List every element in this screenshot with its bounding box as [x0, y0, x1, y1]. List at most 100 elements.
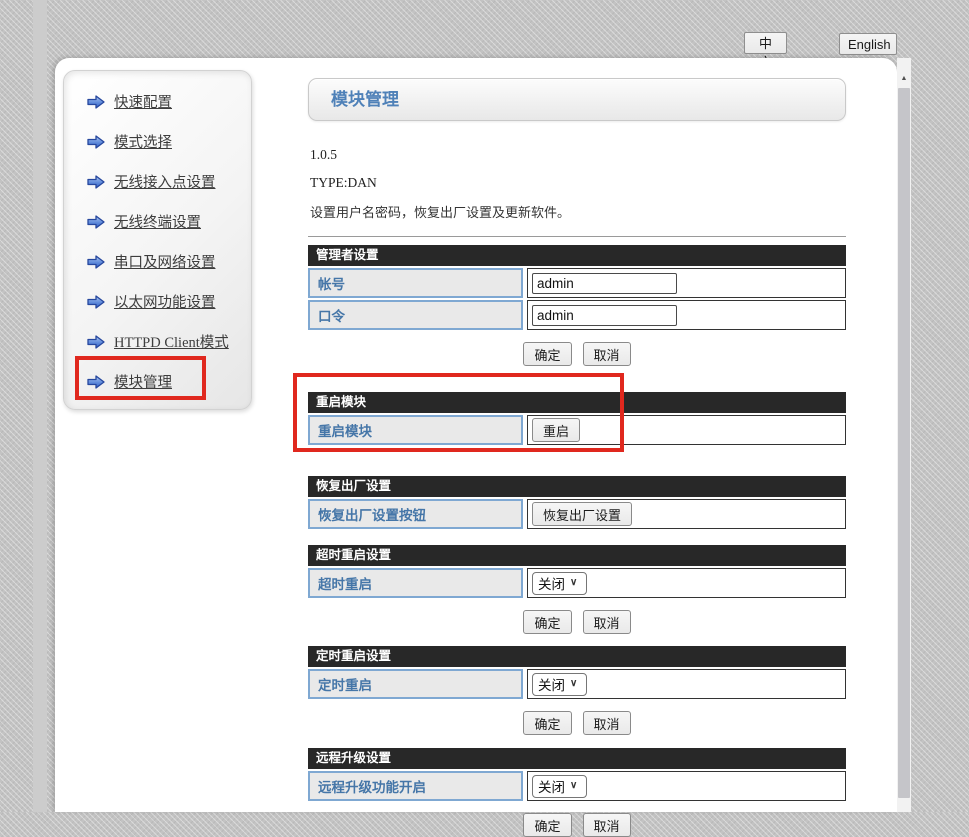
text-input[interactable]: [532, 273, 677, 294]
section-rows: 重启模块 重启: [308, 415, 846, 445]
language-english-button[interactable]: English: [839, 33, 897, 55]
row-label: 超时重启: [308, 568, 523, 598]
cancel-button[interactable]: 取消: [583, 711, 631, 735]
sidebar-item-label[interactable]: 无线接入点设置: [114, 171, 216, 192]
row-value-cell: [527, 268, 846, 298]
arrow-right-icon: [86, 94, 106, 110]
row-value-cell: 关闭 ∨: [527, 771, 846, 801]
sidebar-item[interactable]: 无线接入点设置: [86, 172, 251, 191]
row-value-cell: 恢复出厂设置: [527, 499, 846, 529]
cell-button[interactable]: 恢复出厂设置: [532, 502, 632, 526]
settings-section: 管理者设置 帐号 口令 确定 取消: [308, 245, 846, 366]
row-label: 帐号: [308, 268, 523, 298]
page-container: 快速配置 模式选择 无线接入点设置: [55, 58, 897, 812]
section-title: 定时重启设置: [308, 646, 846, 667]
scrollbar-thumb[interactable]: [898, 88, 910, 798]
page-title: 模块管理: [331, 90, 399, 109]
chevron-down-icon: ∨: [570, 679, 577, 689]
left-edge-strip: [33, 0, 47, 812]
ok-button[interactable]: 确定: [523, 342, 571, 366]
sidebar-item[interactable]: 以太网功能设置: [86, 292, 251, 311]
arrow-right-icon: [86, 374, 106, 390]
firmware-version: 1.0.5: [310, 147, 846, 163]
row-value-cell: 关闭 ∨: [527, 568, 846, 598]
scroll-up-icon[interactable]: ▲: [897, 70, 911, 86]
row-value-cell: [527, 300, 846, 330]
table-row: 口令: [308, 300, 846, 330]
row-label: 定时重启: [308, 669, 523, 699]
cancel-button[interactable]: 取消: [583, 342, 631, 366]
sections: 管理者设置 帐号 口令 确定 取消 重启模块 重启模块 重启 恢复出厂设: [308, 245, 846, 837]
sidebar-item-label[interactable]: 模式选择: [114, 131, 172, 152]
sidebar-item[interactable]: 无线终端设置: [86, 212, 251, 231]
table-row: 定时重启 关闭 ∨: [308, 669, 846, 699]
sidebar-item[interactable]: HTTPD Client模式: [86, 332, 251, 351]
main-content: 模块管理 1.0.5 TYPE:DAN 设置用户名密码，恢复出厂设置及更新软件。…: [308, 78, 846, 837]
chevron-down-icon: ∨: [570, 578, 577, 588]
select-dropdown[interactable]: 关闭 ∨: [532, 775, 587, 798]
settings-section: 远程升级设置 远程升级功能开启 关闭 ∨ 确定 取消: [308, 748, 846, 837]
arrow-right-icon: [86, 254, 106, 270]
settings-section: 定时重启设置 定时重启 关闭 ∨ 确定 取消: [308, 646, 846, 735]
arrow-right-icon: [86, 134, 106, 150]
table-row: 帐号: [308, 268, 846, 298]
select-value: 关闭: [538, 674, 565, 694]
sidebar-item-label[interactable]: HTTPD Client模式: [114, 331, 229, 352]
page-description: 设置用户名密码，恢复出厂设置及更新软件。: [310, 202, 846, 221]
row-label: 口令: [308, 300, 523, 330]
text-input[interactable]: [532, 305, 677, 326]
row-label: 恢复出厂设置按钮: [308, 499, 523, 529]
row-value-cell: 关闭 ∨: [527, 669, 846, 699]
sidebar-item-label[interactable]: 以太网功能设置: [114, 291, 216, 312]
ok-button[interactable]: 确定: [523, 711, 571, 735]
select-dropdown[interactable]: 关闭 ∨: [532, 673, 587, 696]
sidebar-item[interactable]: 模式选择: [86, 132, 251, 151]
select-value: 关闭: [538, 776, 565, 796]
row-label: 重启模块: [308, 415, 523, 445]
action-row: 确定 取消: [308, 813, 846, 837]
sidebar-item-label[interactable]: 快速配置: [114, 91, 172, 112]
section-title: 超时重启设置: [308, 545, 846, 566]
table-row: 超时重启 关闭 ∨: [308, 568, 846, 598]
select-value: 关闭: [538, 573, 565, 593]
cell-button[interactable]: 重启: [532, 418, 580, 442]
section-title: 恢复出厂设置: [308, 476, 846, 497]
sidebar-menu: 快速配置 模式选择 无线接入点设置: [64, 92, 251, 391]
cancel-button[interactable]: 取消: [583, 813, 631, 837]
action-row: 确定 取消: [308, 342, 846, 366]
language-chinese-button[interactable]: 中文: [744, 32, 787, 54]
settings-section: 恢复出厂设置 恢复出厂设置按钮 恢复出厂设置: [308, 476, 846, 529]
section-rows: 超时重启 关闭 ∨: [308, 568, 846, 598]
vertical-scrollbar[interactable]: ▲: [897, 58, 911, 812]
page-title-box: 模块管理: [308, 78, 846, 121]
table-row: 远程升级功能开启 关闭 ∨: [308, 771, 846, 801]
row-value-cell: 重启: [527, 415, 846, 445]
section-title: 重启模块: [308, 392, 846, 413]
sidebar-item[interactable]: 串口及网络设置: [86, 252, 251, 271]
cancel-button[interactable]: 取消: [583, 610, 631, 634]
device-type: TYPE:DAN: [310, 175, 846, 191]
arrow-right-icon: [86, 294, 106, 310]
section-rows: 帐号 口令: [308, 268, 846, 330]
settings-section: 超时重启设置 超时重启 关闭 ∨ 确定 取消: [308, 545, 846, 634]
sidebar-item-label[interactable]: 无线终端设置: [114, 211, 201, 232]
select-dropdown[interactable]: 关闭 ∨: [532, 572, 587, 595]
table-row: 重启模块 重启: [308, 415, 846, 445]
sidebar-item[interactable]: 快速配置: [86, 92, 251, 111]
sidebar-item-label[interactable]: 串口及网络设置: [114, 251, 216, 272]
sidebar-item-label[interactable]: 模块管理: [114, 371, 172, 392]
arrow-right-icon: [86, 174, 106, 190]
table-row: 恢复出厂设置按钮 恢复出厂设置: [308, 499, 846, 529]
chevron-down-icon: ∨: [570, 781, 577, 791]
sidebar-item[interactable]: 模块管理: [86, 372, 251, 391]
settings-section: 重启模块 重启模块 重启: [308, 392, 846, 445]
ok-button[interactable]: 确定: [523, 813, 571, 837]
section-rows: 恢复出厂设置按钮 恢复出厂设置: [308, 499, 846, 529]
arrow-right-icon: [86, 214, 106, 230]
section-title: 管理者设置: [308, 245, 846, 266]
ok-button[interactable]: 确定: [523, 610, 571, 634]
section-rows: 定时重启 关闭 ∨: [308, 669, 846, 699]
action-row: 确定 取消: [308, 610, 846, 634]
section-title: 远程升级设置: [308, 748, 846, 769]
divider: [308, 236, 846, 237]
